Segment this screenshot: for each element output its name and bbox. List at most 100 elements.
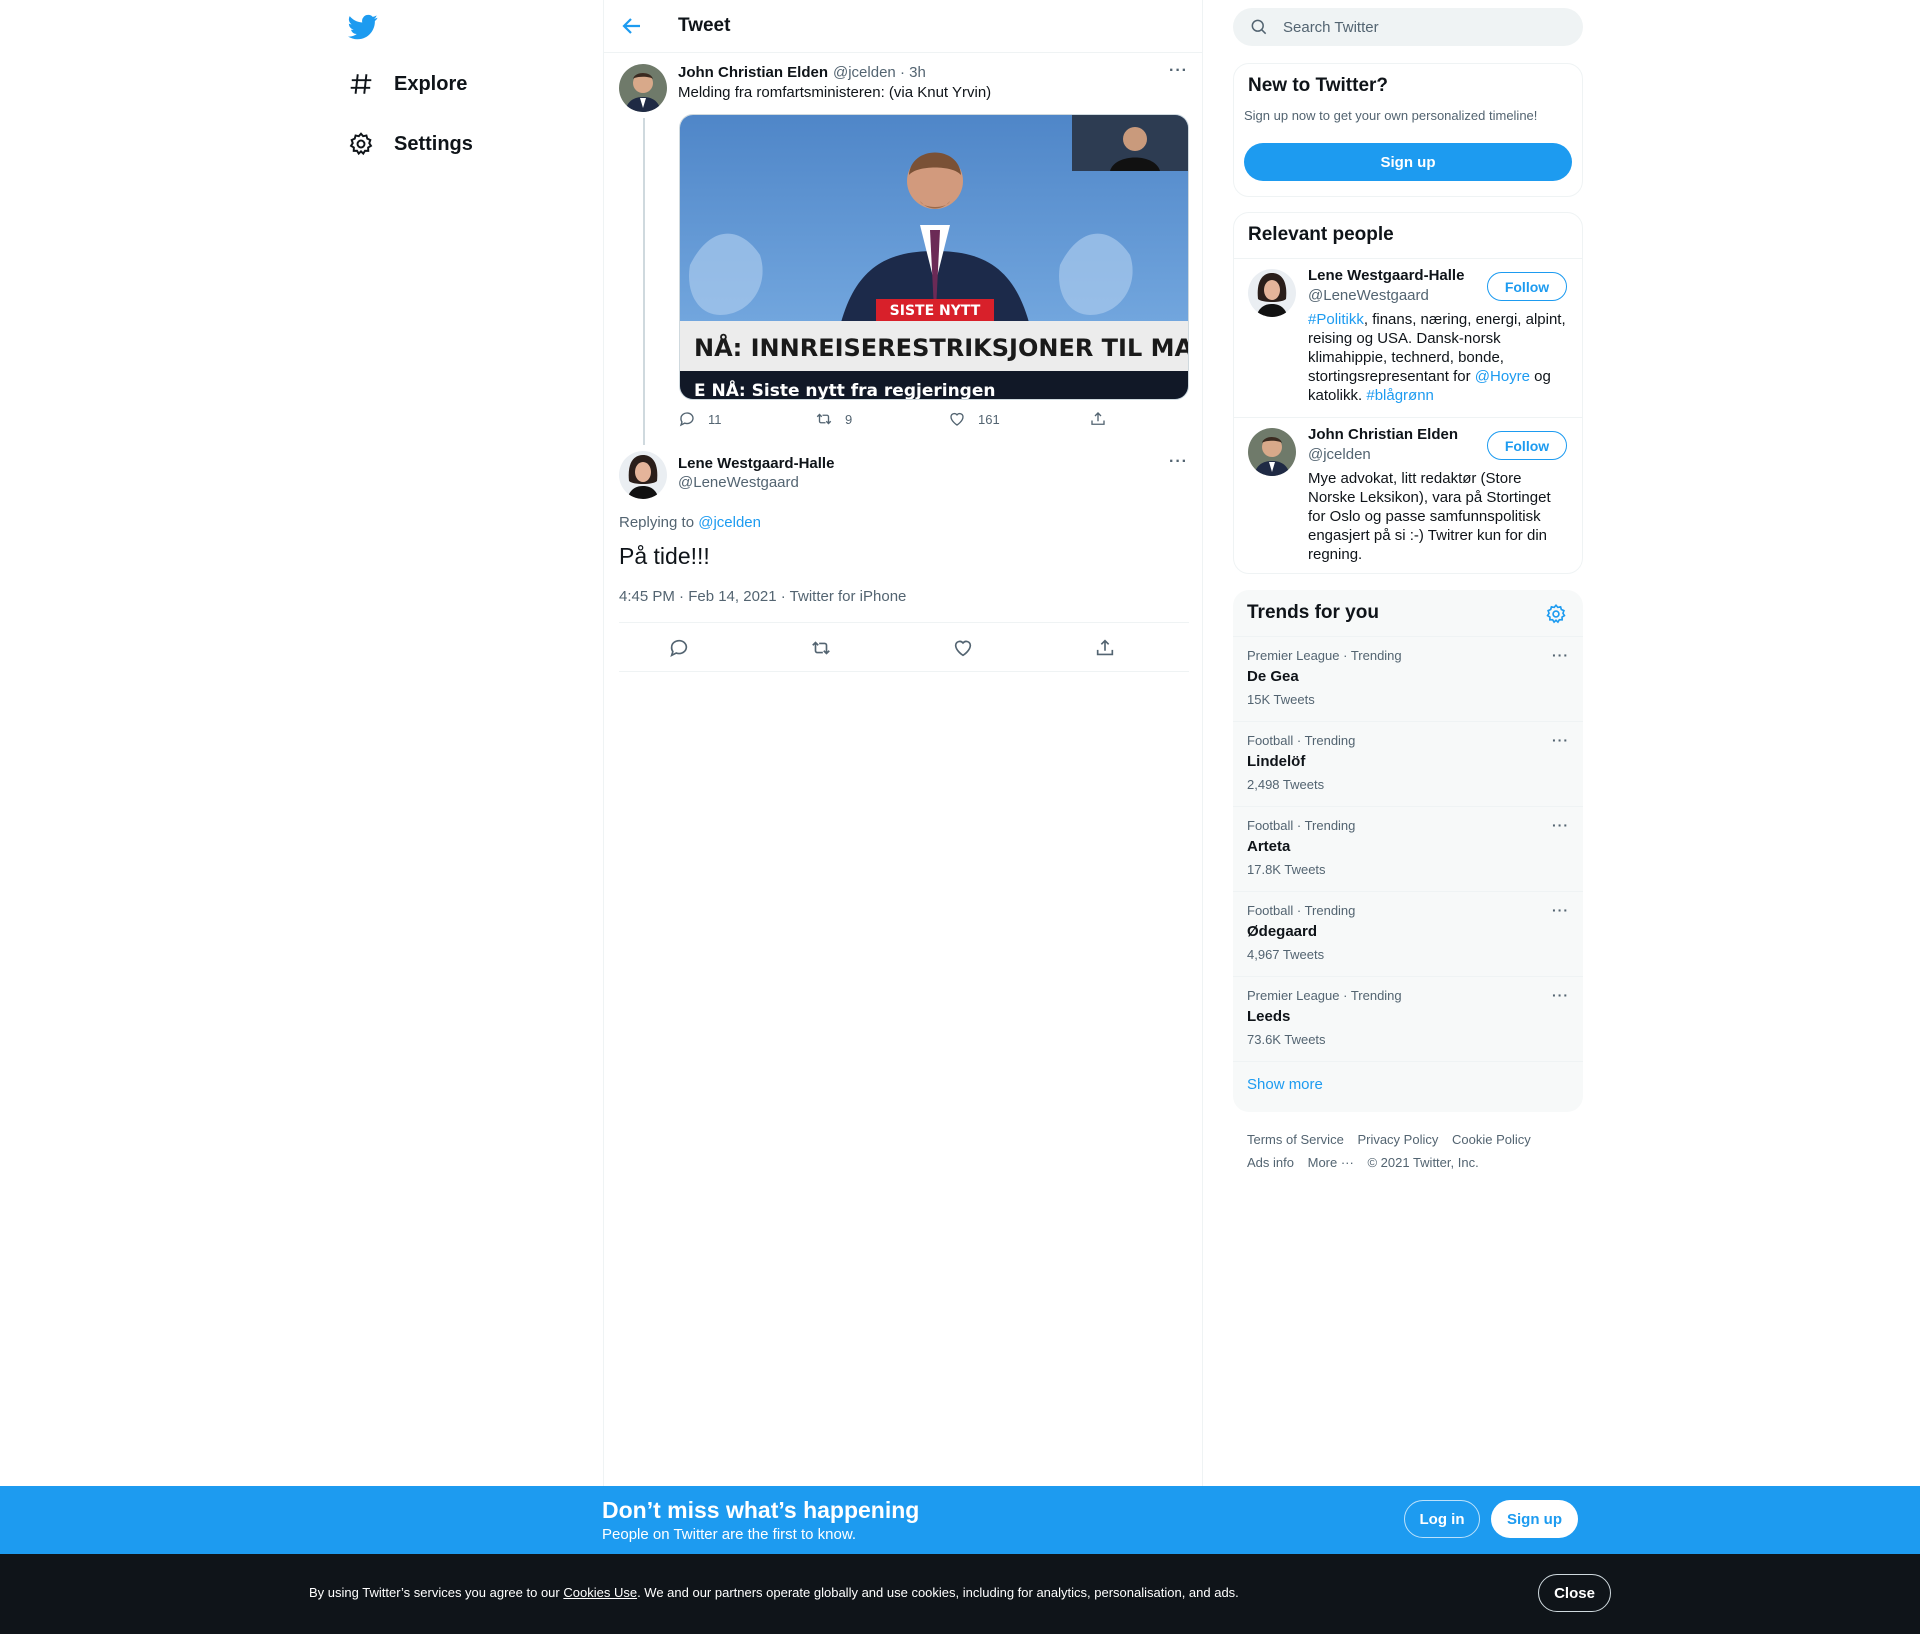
card-title: Relevant people <box>1248 224 1394 245</box>
cookies-use-link[interactable]: Cookies Use <box>563 1585 637 1600</box>
trend-name: Ødegaard <box>1247 923 1318 940</box>
hashtag-link[interactable]: #Politikk <box>1308 311 1364 328</box>
replying-to: Replying to @jcelden <box>619 514 761 531</box>
prompt-title: Don’t miss what’s happening <box>602 1497 920 1523</box>
footer-link[interactable]: More ··· <box>1308 1155 1354 1170</box>
gear-icon[interactable] <box>1545 603 1567 625</box>
divider <box>1233 1061 1583 1062</box>
search-icon <box>1249 17 1269 37</box>
main-header: Tweet <box>604 0 1202 53</box>
heart-icon[interactable] <box>952 637 974 659</box>
copyright: © 2021 Twitter, Inc. <box>1367 1155 1479 1170</box>
replying-prefix: Replying to <box>619 514 699 531</box>
more-options-icon[interactable]: ··· <box>1169 62 1188 80</box>
more-options-icon[interactable]: ··· <box>1552 647 1569 663</box>
trends-card: Trends for you Premier League · Trending… <box>1233 590 1583 1112</box>
cookie-banner: By using Twitter’s services you agree to… <box>0 1554 1920 1634</box>
tweet-time: · 3h <box>899 64 926 81</box>
retweet-count: 9 <box>845 411 853 427</box>
retweet-button[interactable]: 9 <box>815 410 852 428</box>
footer-link[interactable]: Ads info <box>1247 1155 1294 1170</box>
trend-count: 2,498 Tweets <box>1247 777 1325 792</box>
author-handle[interactable]: @LeneWestgaard <box>678 474 799 491</box>
trend-context: Football · Trending <box>1247 733 1356 748</box>
mention-link[interactable]: @Hoyre <box>1475 368 1530 385</box>
like-count: 161 <box>978 411 1000 427</box>
search-bar[interactable] <box>1233 8 1583 46</box>
heart-icon <box>950 412 964 426</box>
footer-link[interactable]: Terms of Service <box>1247 1132 1344 1147</box>
trend-item[interactable]: Football · Trending Lindelöf 2,498 Tweet… <box>1233 721 1583 806</box>
author-handle[interactable]: @jcelden · 3h <box>833 64 926 81</box>
nav-settings-label: Settings <box>394 132 473 155</box>
avatar[interactable] <box>619 451 667 499</box>
hashtag-link[interactable]: #blågrønn <box>1366 387 1434 404</box>
trend-item[interactable]: Premier League · Trending Leeds 73.6K Tw… <box>1233 976 1583 1061</box>
media-ticker: E NÅ: Siste nytt fra regjeringen <box>694 378 995 400</box>
person-handle[interactable]: @jcelden <box>1308 446 1371 463</box>
media-badge: SISTE NYTT <box>890 303 981 319</box>
person-name[interactable]: Lene Westgaard-Halle <box>1308 267 1464 284</box>
nav-explore[interactable]: Explore <box>348 64 467 104</box>
reply-icon[interactable] <box>668 637 690 659</box>
author-name[interactable]: John Christian Elden <box>678 64 828 81</box>
person-bio: Mye advokat, litt redaktør (Store Norske… <box>1308 470 1551 563</box>
reply-icon <box>679 412 694 427</box>
divider <box>1234 417 1582 418</box>
avatar[interactable] <box>1248 269 1296 317</box>
footer-link[interactable]: Cookie Policy <box>1452 1132 1531 1147</box>
more-options-icon[interactable]: ··· <box>1552 732 1569 748</box>
more-options-icon[interactable]: ··· <box>1169 453 1188 471</box>
trend-item[interactable]: Premier League · Trending De Gea 15K Twe… <box>1233 636 1583 721</box>
person-bio: #Politikk, finans, næring, energi, alpin… <box>1308 310 1572 405</box>
gear-icon <box>348 131 374 157</box>
author-name[interactable]: Lene Westgaard-Halle <box>678 455 834 472</box>
more-options-icon[interactable]: ··· <box>1552 817 1569 833</box>
signup-button[interactable]: Sign up <box>1244 143 1572 181</box>
twitter-bird-icon[interactable] <box>348 12 382 42</box>
main-column: Tweet John Christian Elden @jcelden · 3h… <box>603 0 1203 1634</box>
retweet-icon[interactable] <box>810 637 832 659</box>
avatar[interactable] <box>619 64 667 112</box>
trend-context: Premier League · Trending <box>1247 648 1402 663</box>
follow-button[interactable]: Follow <box>1487 272 1567 301</box>
share-icon[interactable] <box>1094 637 1116 659</box>
trend-name: De Gea <box>1247 668 1299 685</box>
close-button[interactable]: Close <box>1538 1574 1611 1612</box>
follow-button[interactable]: Follow <box>1487 431 1567 460</box>
retweet-icon <box>816 413 832 425</box>
more-options-icon[interactable]: ··· <box>1552 902 1569 918</box>
share-button[interactable] <box>1089 410 1107 428</box>
relevant-people-card: Relevant people Lene Westgaard-Halle @Le… <box>1233 212 1583 574</box>
new-to-twitter-card: New to Twitter? Sign up now to get your … <box>1233 63 1583 197</box>
avatar[interactable] <box>1248 428 1296 476</box>
tweet-text: Melding fra romfartsministeren: (via Knu… <box>678 84 992 101</box>
more-options-icon[interactable]: ··· <box>1552 987 1569 1003</box>
trend-item[interactable]: Football · Trending Arteta 17.8K Tweets … <box>1233 806 1583 891</box>
divider <box>1234 258 1582 259</box>
share-icon <box>1091 412 1105 425</box>
footer-links: Terms of Service Privacy Policy Cookie P… <box>1247 1128 1577 1174</box>
login-button[interactable]: Log in <box>1404 1500 1480 1538</box>
card-title: Trends for you <box>1247 602 1379 623</box>
tweet-media-image[interactable]: SISTE NYTT NÅ: INNREISERESTRIKSJONER TIL… <box>679 114 1189 400</box>
show-more-link[interactable]: Show more <box>1247 1076 1323 1093</box>
trend-name: Arteta <box>1247 838 1291 855</box>
person-name[interactable]: John Christian Elden <box>1308 426 1458 443</box>
back-arrow-icon[interactable] <box>620 14 644 38</box>
nav-settings[interactable]: Settings <box>348 124 473 164</box>
like-button[interactable]: 161 <box>948 410 1000 428</box>
person-handle[interactable]: @LeneWestgaard <box>1308 287 1429 304</box>
nav-explore-label: Explore <box>394 72 468 95</box>
reply-count: 11 <box>708 411 722 427</box>
footer-link[interactable]: Privacy Policy <box>1357 1132 1438 1147</box>
search-input[interactable] <box>1283 18 1563 36</box>
tweet-timestamp[interactable]: 4:45 PM · Feb 14, 2021 · Twitter for iPh… <box>619 588 906 605</box>
tweet-actions: 11 9 161 <box>678 410 1118 432</box>
signup-prompt-bar: Don’t miss what’s happening People on Tw… <box>0 1486 1920 1554</box>
replying-to-link[interactable]: @jcelden <box>698 514 761 531</box>
signup-button[interactable]: Sign up <box>1491 1500 1578 1538</box>
reply-button[interactable]: 11 <box>678 410 722 428</box>
trend-item[interactable]: Football · Trending Ødegaard 4,967 Tweet… <box>1233 891 1583 976</box>
prompt-subtitle: People on Twitter are the first to know. <box>602 1526 857 1543</box>
